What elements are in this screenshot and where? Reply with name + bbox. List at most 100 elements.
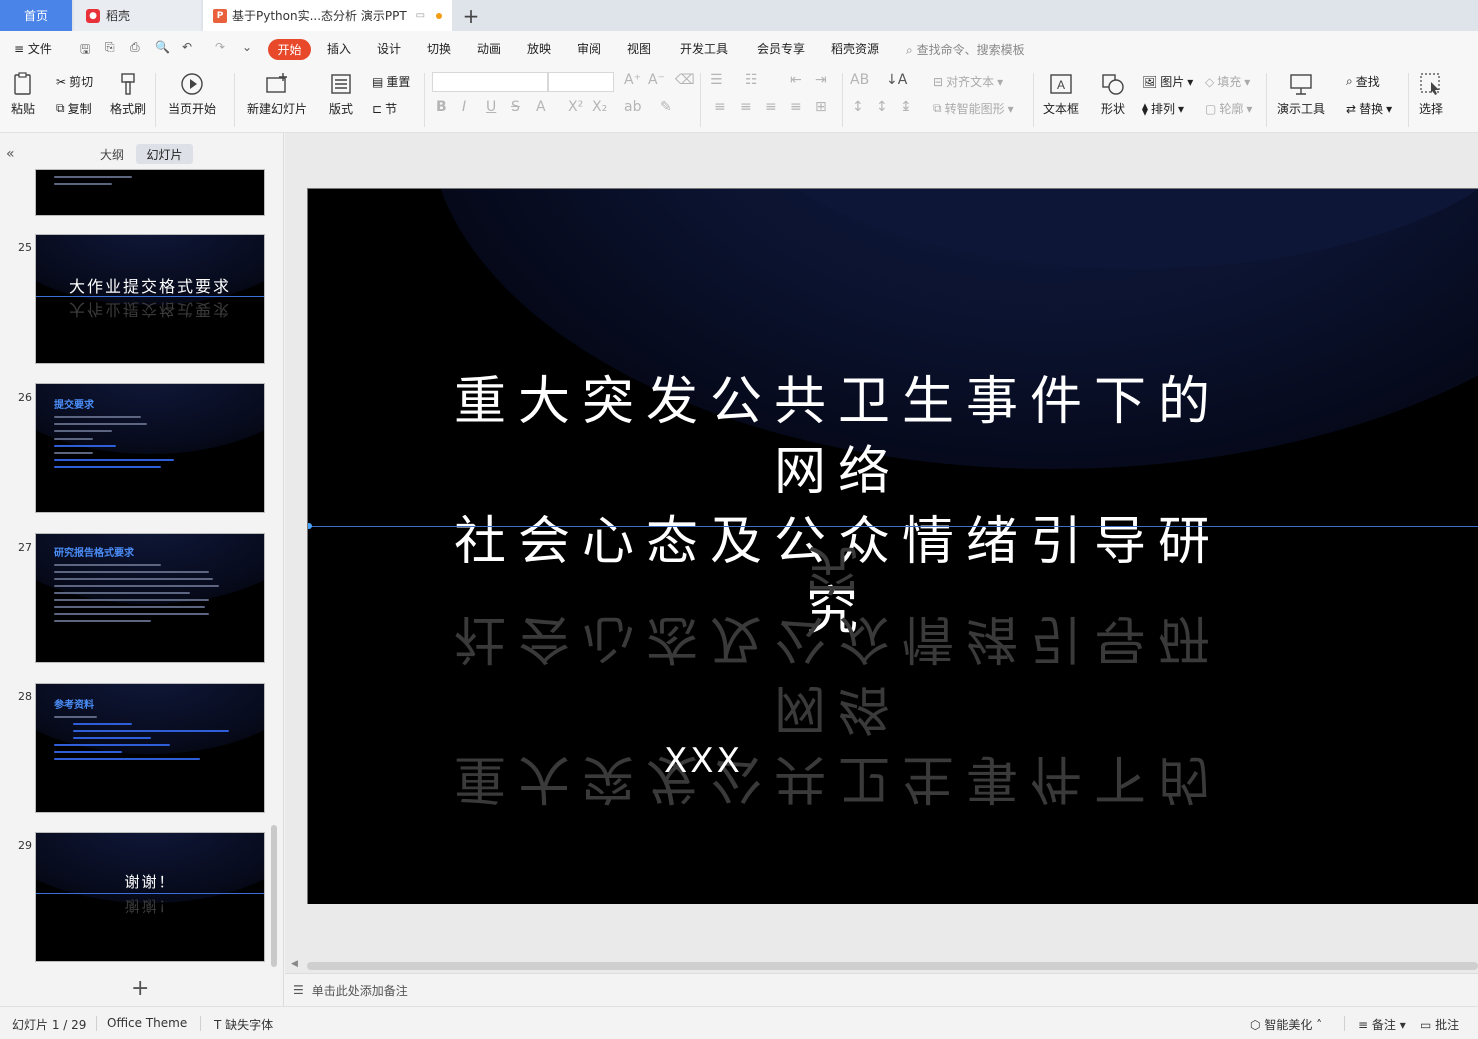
comments-label: 批注	[1435, 1018, 1460, 1032]
font-size-select[interactable]	[548, 72, 614, 92]
current-slide[interactable]: 重大突发公共卫生事件下的网络 社会心态及公众情绪引导研究 重大突发公共卫生事件下…	[307, 188, 1478, 904]
menu-design[interactable]: 设计	[377, 40, 401, 57]
scrollbar-thumb[interactable]	[307, 962, 1478, 970]
align-right-icon[interactable]: ≡	[765, 99, 777, 115]
section-button[interactable]: ⊏ 节	[372, 100, 397, 117]
menu-review[interactable]: 审阅	[577, 40, 601, 57]
tab-daoke[interactable]: ● 稻壳	[74, 0, 201, 31]
add-tab-button[interactable]: +	[460, 0, 482, 31]
line-spacing-icon[interactable]: ↕	[852, 99, 864, 115]
distribute-icon[interactable]: ⊞	[815, 99, 827, 115]
text-direction-icon[interactable]: AB	[850, 72, 869, 88]
paragraph-spacing-icon[interactable]: ↕	[876, 99, 888, 115]
slide-thumbnail-29[interactable]: 谢谢！ 谢谢！	[35, 832, 265, 962]
align-center-icon[interactable]: ≡	[740, 99, 752, 115]
layout-button[interactable]: 版式	[328, 71, 354, 117]
file-menu[interactable]: ≡ 文件	[14, 40, 52, 57]
align-text-button[interactable]: ⊟ 对齐文本 ▾	[933, 73, 1003, 90]
grow-font-icon[interactable]: A⁺	[624, 72, 641, 88]
font-color-icon[interactable]: A	[536, 99, 546, 115]
bullet-list-icon[interactable]: ☰	[710, 72, 723, 88]
paste-button[interactable]: 粘贴	[10, 71, 36, 117]
tab-slides-label: 幻灯片	[146, 147, 183, 162]
slide-thumbnail-25[interactable]: 大作业提交格式要求 大作业提交格式要求	[35, 234, 265, 364]
strikethrough-icon[interactable]: S	[511, 99, 520, 115]
highlight-icon[interactable]: ✎	[660, 99, 672, 115]
bold-icon[interactable]: B	[436, 99, 447, 115]
horizontal-scrollbar[interactable]: ◀	[285, 959, 1478, 973]
panel-scrollbar[interactable]	[271, 825, 277, 967]
comments-button[interactable]: ▭ 批注	[1420, 1016, 1459, 1033]
phonetic-icon[interactable]: ab	[624, 99, 641, 115]
tab-slides[interactable]: 幻灯片	[136, 144, 193, 164]
arrange-button[interactable]: ⧫ 排列 ▾	[1142, 100, 1184, 117]
save-icon[interactable]: 🖫	[80, 40, 90, 61]
preview-icon[interactable]: 🔍	[155, 40, 170, 54]
numbered-list-icon[interactable]: ☷	[745, 72, 758, 88]
menu-slideshow[interactable]: 放映	[527, 40, 551, 57]
copy-button[interactable]: ⧉ 复制	[56, 100, 92, 117]
convert-smartart-button[interactable]: ⧉ 转智能图形 ▾	[933, 100, 1014, 117]
missing-font-button[interactable]: T 缺失字体	[214, 1016, 273, 1033]
customize-dropdown-icon[interactable]: ⌄	[242, 40, 252, 54]
slide-thumbnail[interactable]	[35, 169, 265, 216]
undo-icon[interactable]: ↶	[182, 40, 192, 54]
menu-animation[interactable]: 动画	[477, 40, 501, 57]
menu-home-tab[interactable]: 开始	[268, 39, 311, 60]
shape-button[interactable]: 形状	[1100, 71, 1126, 117]
align-text-label: 对齐文本	[946, 75, 995, 89]
tab-document[interactable]: P 基于Python实...态分析 演示PPT ▭	[203, 0, 452, 31]
menu-transition[interactable]: 切换	[427, 40, 451, 57]
slide-thumbnail-26[interactable]: 提交要求	[35, 383, 265, 513]
menu-daoke-resources[interactable]: 稻壳资源	[831, 40, 879, 57]
export-icon[interactable]: ⎘	[105, 40, 115, 55]
collapse-panel-icon[interactable]: «	[6, 146, 15, 162]
scroll-left-icon[interactable]: ◀	[291, 959, 298, 969]
slide-thumbnail-28[interactable]: 参考资料	[35, 683, 265, 813]
italic-icon[interactable]: I	[462, 99, 466, 115]
font-family-select[interactable]	[432, 72, 548, 92]
picture-button[interactable]: 🖼 图片 ▾	[1142, 73, 1193, 90]
slide-thumbnail-27[interactable]: 研究报告格式要求	[35, 533, 265, 663]
notes-toggle-button[interactable]: ≡ 备注 ▾	[1358, 1016, 1406, 1033]
add-slide-button[interactable]: +	[131, 976, 149, 1001]
menu-view[interactable]: 视图	[627, 40, 651, 57]
notes-pane[interactable]: ☰ 单击此处添加备注	[285, 973, 1478, 1006]
select-button[interactable]: 选择	[1418, 71, 1444, 117]
cut-button[interactable]: ✂ 剪切	[56, 73, 93, 90]
sort-icon[interactable]: ↓A	[886, 72, 907, 88]
menu-insert[interactable]: 插入	[327, 40, 351, 57]
textbox-button[interactable]: A 文本框	[1043, 71, 1079, 117]
underline-icon[interactable]: U	[486, 99, 496, 115]
play-from-current-button[interactable]: 当页开始	[168, 71, 216, 117]
shrink-font-icon[interactable]: A⁻	[648, 72, 665, 88]
menu-member[interactable]: 会员专享	[757, 40, 805, 57]
spacing-dropdown-icon[interactable]: ↨	[900, 99, 912, 115]
format-painter-button[interactable]: 格式刷	[110, 71, 146, 117]
command-search[interactable]: ⌕ 查找命令、搜索模板	[906, 41, 1025, 58]
superscript-icon[interactable]: X²	[568, 99, 583, 115]
subscript-icon[interactable]: X₂	[592, 99, 607, 115]
print-icon[interactable]: ⎙	[130, 40, 140, 55]
slide-number: 27	[18, 541, 32, 554]
align-left-icon[interactable]: ≡	[714, 99, 726, 115]
fill-button[interactable]: ◇ 填充 ▾	[1205, 73, 1250, 90]
clear-format-icon[interactable]: ⌫	[675, 72, 695, 88]
tab-outline[interactable]: 大纲	[92, 144, 132, 164]
screen-icon[interactable]: ▭	[416, 10, 425, 21]
presenter-tools-button[interactable]: 演示工具	[1277, 71, 1325, 117]
slide-author[interactable]: XXX	[664, 741, 743, 781]
justify-icon[interactable]: ≡	[790, 99, 802, 115]
increase-indent-icon[interactable]: ⇥	[815, 72, 827, 88]
dropdown-arrow-icon: ▾	[1007, 101, 1014, 116]
new-slide-button[interactable]: 新建幻灯片	[247, 71, 307, 117]
menu-developer[interactable]: 开发工具	[680, 40, 728, 57]
outline-button[interactable]: ▢ 轮廓 ▾	[1205, 100, 1252, 117]
smart-beautify-button[interactable]: ⬡ 智能美化 ˄	[1250, 1016, 1322, 1033]
redo-icon[interactable]: ↷	[215, 40, 225, 54]
tab-home[interactable]: 首页	[0, 0, 72, 31]
find-button[interactable]: ⌕ 查找	[1346, 73, 1380, 90]
replace-button[interactable]: ⇄ 替换 ▾	[1346, 100, 1392, 117]
decrease-indent-icon[interactable]: ⇤	[790, 72, 802, 88]
reset-button[interactable]: ▤ 重置	[372, 73, 410, 90]
